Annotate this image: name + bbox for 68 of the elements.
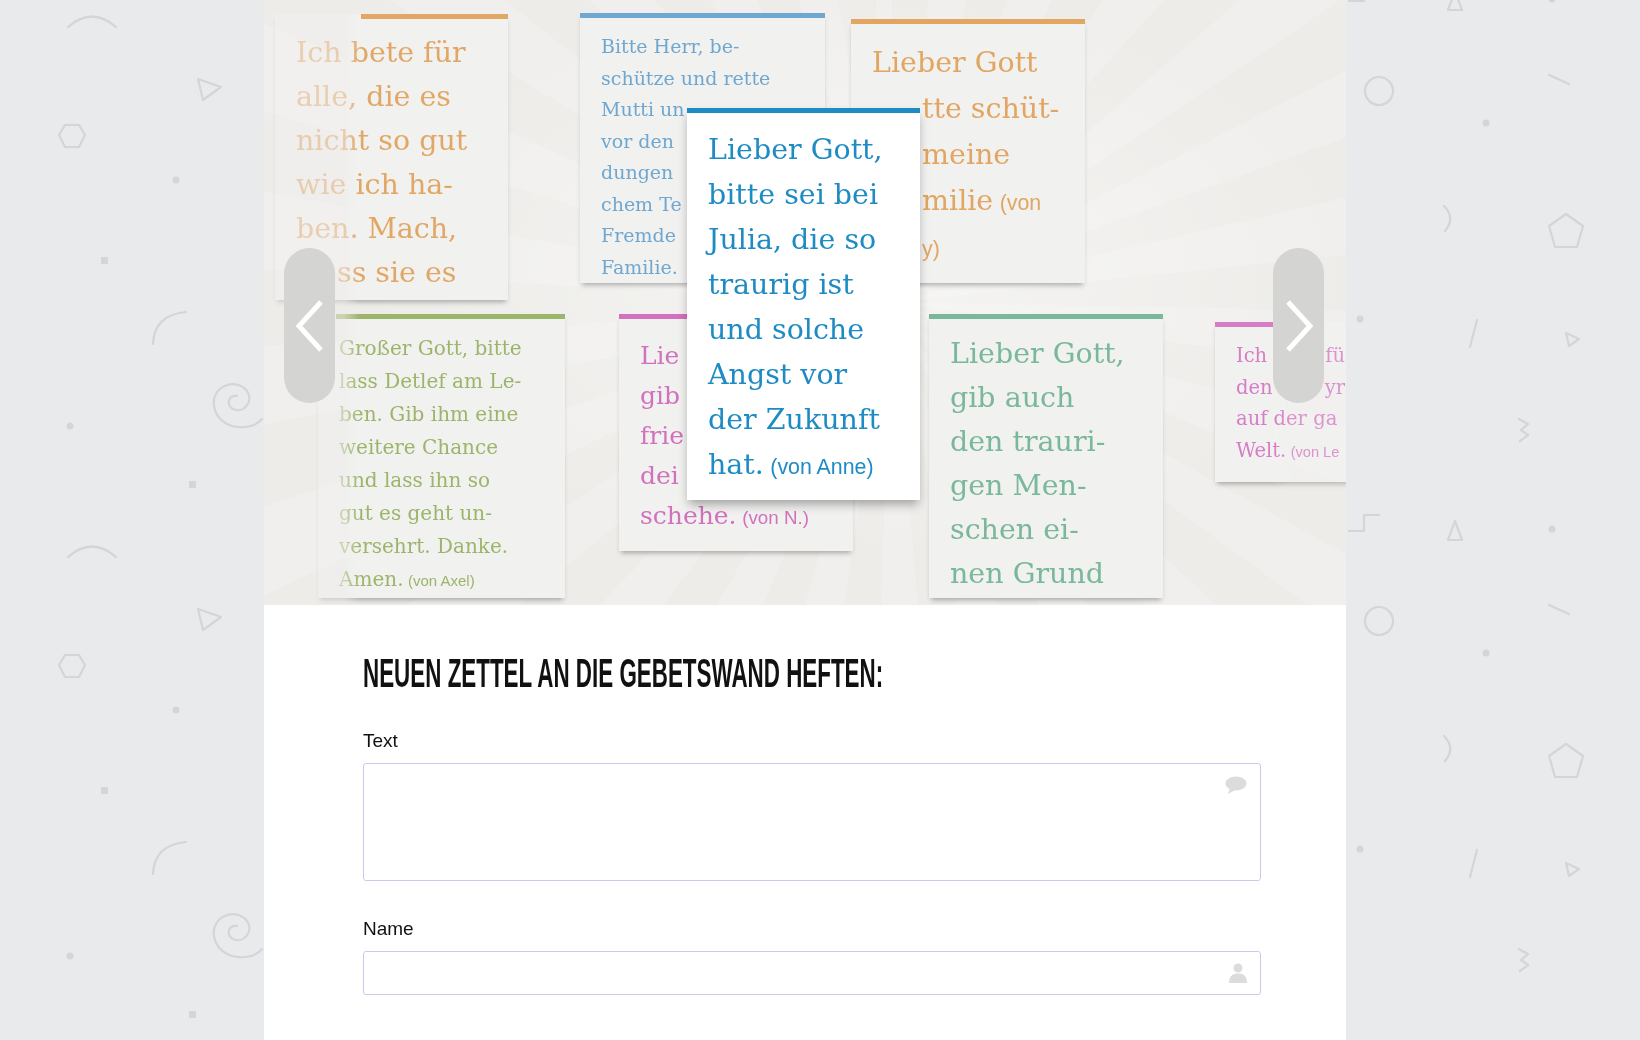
note-text: ben. Gib ihm eine: [339, 401, 519, 428]
note-text: Mutti un: [601, 97, 685, 122]
person-icon: [1229, 963, 1247, 983]
note-author: (von N.): [742, 506, 809, 530]
note-text: den: [1236, 374, 1273, 401]
note-text: fü: [1325, 343, 1345, 369]
note-text: dei: [640, 460, 679, 492]
chevron-left-icon: [294, 298, 325, 353]
note-text: Welt.: [1236, 437, 1287, 464]
note-text: Fremde: [601, 223, 676, 248]
note-popup[interactable]: Lieber Gott, bitte sei bei Julia, die so traurig ist und solche Angst vor der Zukunft hat. (von Anne): [687, 108, 920, 500]
note-text: ss sie es: [337, 255, 457, 291]
note-text: wie ich ha-: [296, 167, 453, 203]
note-text: Angst vor: [708, 357, 848, 393]
note-text: hat.: [708, 447, 764, 483]
note-text: nen Grund: [950, 556, 1104, 592]
note-author: (von Anne): [770, 454, 874, 481]
chevron-right-icon: [1283, 298, 1314, 353]
note-text: milie: [922, 183, 994, 219]
note-author: y): [922, 236, 940, 263]
note-text: Großer Gott, bitte: [339, 335, 522, 362]
next-button[interactable]: [1273, 248, 1324, 403]
note-text: Lieber Gott,: [708, 132, 883, 168]
note-text: bitte sei bei: [708, 177, 879, 213]
note-text: und solche: [708, 312, 865, 348]
speech-bubble-icon: [1225, 776, 1247, 794]
note-text: Bitte Herr, be-: [601, 34, 740, 59]
note-text: yr: [1324, 374, 1345, 401]
note-text: schen ei-: [950, 512, 1079, 548]
note-text: Lieber Gott,: [950, 336, 1125, 372]
field-label: Text: [363, 729, 398, 752]
form-title: NEUEN ZETTEL AN DIE GEBETSWAND HEFTEN:: [363, 653, 884, 693]
note-text: meine: [922, 137, 1011, 173]
note-text: schütze und rette: [601, 65, 771, 91]
note-text: tte schüt-: [922, 91, 1060, 127]
textarea-field[interactable]: [363, 763, 1261, 881]
note-text: gib: [640, 380, 680, 412]
note-text: alle, die es: [296, 79, 451, 115]
note-text: gen Men-: [950, 468, 1087, 504]
note-text: ben. Mach,: [296, 211, 458, 247]
note-author: (von Axel): [408, 571, 475, 591]
note-text: den trauri-: [950, 424, 1106, 460]
previous-button[interactable]: [284, 248, 335, 403]
note-text: gut es geht un-: [339, 500, 492, 527]
note-text: auf der ga: [1236, 406, 1338, 432]
note-author: (von Le: [1290, 442, 1340, 462]
note-text: gib auch: [950, 380, 1075, 416]
note-text: Lie: [640, 340, 680, 372]
note-text: versehrt. Danke.: [339, 533, 509, 560]
note-text: frie: [640, 420, 684, 452]
note-text: dungen: [601, 160, 674, 185]
note-text: der Zukunft: [708, 402, 880, 438]
note-text: vor den: [601, 128, 674, 154]
input-field[interactable]: [363, 951, 1261, 995]
note-text: und lass ihn so: [339, 467, 490, 494]
note-text: traurig ist: [708, 267, 854, 303]
note-text: Lieber Gott: [872, 45, 1038, 81]
note-text: Familie.: [601, 254, 678, 280]
note-text: schehe.: [640, 500, 737, 532]
note-author: (von: [999, 190, 1042, 217]
note-text: chem Te: [601, 191, 682, 217]
note-text: Ich: [1236, 343, 1268, 369]
field-label: Name: [363, 917, 414, 940]
note-text: lass Detlef am Le-: [339, 368, 522, 395]
note-text: nicht so gut: [296, 123, 468, 159]
note-text: Amen.: [339, 566, 404, 593]
note-text: Ich bete für: [296, 35, 466, 71]
note-text: weitere Chance: [339, 434, 498, 461]
